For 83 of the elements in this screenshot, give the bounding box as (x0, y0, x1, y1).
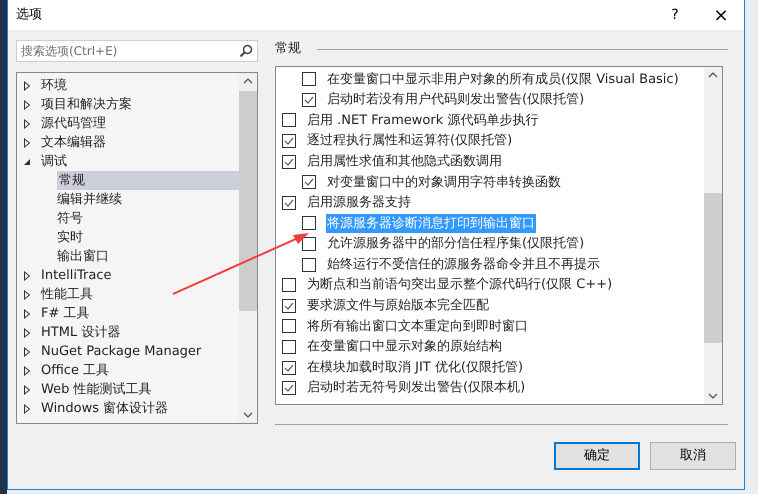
checkmark-icon (284, 384, 294, 392)
checkmark-icon (284, 158, 294, 166)
dialog-button[interactable]: 取消 (650, 442, 736, 470)
checkbox[interactable] (302, 175, 316, 190)
search-icon[interactable] (239, 44, 253, 58)
option-label: 启动时若没有用户代码则发出警告(仅限托管) (326, 91, 586, 110)
checkmark-icon (284, 302, 294, 310)
tree-item[interactable]: F# 工具 (41, 304, 90, 323)
expand-triangle-icon[interactable] (23, 346, 31, 356)
help-button[interactable]: ? (652, 0, 698, 30)
checkbox[interactable] (282, 298, 296, 313)
expand-triangle-icon[interactable] (23, 404, 31, 414)
option-label: 启动时若无符号则发出警告(仅限本机) (306, 379, 526, 398)
expand-triangle-icon[interactable] (23, 366, 31, 376)
checkmark-icon (284, 364, 294, 372)
tree-item[interactable]: 项目和解决方案 (41, 95, 132, 114)
tree-item[interactable]: 实时 (57, 228, 83, 247)
option-label: 始终运行不受信任的源服务器命令并且不再提示 (326, 256, 601, 274)
close-button[interactable]: × (698, 0, 744, 30)
checkmark-icon (304, 96, 314, 104)
expand-triangle-icon[interactable] (23, 308, 31, 318)
checkmark-icon (284, 198, 294, 207)
expand-triangle-icon[interactable] (23, 270, 31, 280)
checkbox[interactable] (302, 72, 316, 86)
tree-item[interactable]: HTML 设计器 (41, 323, 120, 342)
checkbox[interactable] (282, 319, 296, 334)
expand-triangle-icon[interactable] (23, 100, 31, 110)
checkbox[interactable] (282, 113, 296, 128)
checkmark-icon (284, 137, 294, 146)
checkbox[interactable] (282, 278, 296, 292)
expand-triangle-icon[interactable] (23, 118, 31, 128)
tree-item[interactable]: 性能工具 (41, 285, 93, 304)
checkbox[interactable] (302, 216, 316, 230)
option-label: 将源服务器诊断消息打印到输出窗口 (326, 214, 536, 234)
window-title: 选项 (16, 6, 43, 24)
option-label: 对变量窗口中的对象调用字符串转换函数 (326, 174, 562, 192)
expand-triangle-icon[interactable] (23, 290, 31, 300)
scroll-thumb[interactable] (239, 91, 257, 311)
tree-item[interactable]: 输出窗口 (57, 247, 109, 266)
tree-item[interactable]: NuGet Package Manager (41, 342, 202, 361)
option-label: 在变量窗口中显示对象的原始结构 (306, 338, 503, 356)
collapse-triangle-icon[interactable] (23, 158, 31, 166)
tree-item[interactable]: Office 工具 (41, 361, 110, 380)
option-label: 在模块加载时取消 JIT 优化(仅限托管) (306, 358, 524, 377)
option-label: 在变量窗口中显示非用户对象的所有成员(仅限 Visual Basic) (326, 70, 680, 89)
checkbox[interactable] (282, 381, 296, 396)
scrollbar[interactable] (239, 73, 257, 423)
dialog-button[interactable]: 确定 (554, 442, 640, 470)
option-label: 逐过程执行属性和运算符(仅限托管) (306, 132, 514, 150)
tree-item[interactable]: 符号 (57, 209, 83, 228)
checkbox[interactable] (282, 154, 296, 169)
checkbox[interactable] (302, 237, 316, 252)
expand-triangle-icon[interactable] (23, 80, 31, 90)
checkbox[interactable] (282, 196, 296, 210)
option-label: 允许源服务器中的部分信任程序集(仅限托管) (326, 235, 586, 254)
checkbox[interactable] (302, 92, 316, 107)
option-label: 启用 .NET Framework 源代码单步执行 (306, 112, 540, 130)
tree-item[interactable]: 编辑并继续 (57, 190, 122, 209)
checkbox[interactable] (302, 258, 316, 272)
section-title: 常规 (275, 40, 301, 58)
checkbox[interactable] (282, 340, 296, 354)
tree-item[interactable]: 环境 (41, 76, 67, 95)
option-label: 启用属性求值和其他隐式函数调用 (306, 152, 503, 171)
tree-item[interactable]: 文本编辑器 (41, 133, 106, 152)
expand-triangle-icon[interactable] (23, 328, 31, 338)
tree-item[interactable]: 常规 (57, 171, 239, 190)
checkbox[interactable] (282, 134, 296, 148)
option-label: 要求源文件与原始版本完全匹配 (306, 297, 490, 316)
expand-triangle-icon[interactable] (23, 138, 31, 148)
checkmark-icon (304, 178, 314, 186)
option-label: 将所有输出窗口文本重定向到即时窗口 (306, 318, 529, 336)
option-label: 为断点和当前语句突出显示整个源代码行(仅限 C++) (306, 276, 614, 294)
search-field[interactable]: 搜索选项(Ctrl+E) (16, 40, 258, 62)
tree-item[interactable]: 源代码管理 (41, 114, 106, 133)
tree-item[interactable]: Web 性能测试工具 (41, 380, 152, 399)
checkbox[interactable] (282, 360, 296, 375)
option-label: 启用源服务器支持 (306, 194, 412, 212)
tree-item[interactable]: 调试 (41, 152, 67, 171)
scrollbar[interactable] (704, 67, 722, 404)
tree-item[interactable]: Windows 窗体设计器 (41, 399, 168, 418)
expand-triangle-icon[interactable] (23, 384, 31, 394)
tree-item[interactable]: IntelliTrace (41, 266, 112, 285)
scroll-thumb[interactable] (704, 193, 722, 343)
